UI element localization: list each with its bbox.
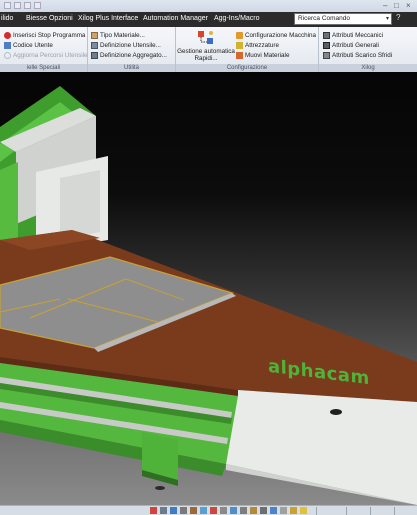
update-tool-paths-button[interactable]: Aggiorna Percorsi Utensile [4, 50, 88, 60]
view-front-icon[interactable] [160, 507, 167, 514]
tool-definition-label: Definizione Utensile... [100, 41, 161, 49]
status-field [394, 507, 417, 515]
user-code-label: Codice Utente [13, 41, 53, 49]
ribbon-group-title: Configurazione [176, 64, 318, 72]
ribbon-group-title: Utilità [88, 64, 175, 72]
refresh-icon [4, 51, 11, 59]
ribbon-group-title: ielle Speciali [0, 64, 87, 72]
machine-render [0, 86, 417, 505]
mechanical-attributes-button[interactable]: Attributi Meccanici [323, 30, 383, 40]
fixtures-button[interactable]: Attrezzature [236, 40, 279, 50]
insert-program-stop-label: Inserisci Stop Programma [13, 31, 86, 39]
zoom-icon[interactable] [200, 507, 207, 514]
material-type-button[interactable]: Tipo Materiale... [91, 30, 145, 40]
machine-config-icon [236, 31, 243, 39]
ribbon-group-configurazione: Gestione automatica Rapidi... Configuraz… [176, 27, 319, 72]
ribbon-group-title: Xilog [319, 64, 417, 72]
aggregate-definition-label: Definizione Aggregato... [100, 51, 167, 59]
move-material-label: Muovi Materiale [245, 51, 290, 59]
scrap-icon [323, 51, 330, 59]
status-field [346, 507, 370, 515]
snap-icon[interactable] [240, 507, 247, 514]
automatic-rapids-button[interactable]: Gestione automatica Rapidi... [177, 29, 235, 62]
fixtures-icon [236, 41, 243, 49]
move-material-button[interactable]: Muovi Materiale [236, 50, 289, 60]
scrap-discharge-attributes-label: Attributi Scarico Sfridi [332, 51, 393, 59]
mechanical-attributes-label: Attributi Meccanici [332, 31, 384, 39]
wire-icon[interactable] [260, 507, 267, 514]
general-attributes-icon [323, 41, 330, 49]
grid-icon[interactable] [230, 507, 237, 514]
view-iso-icon[interactable] [180, 507, 187, 514]
menu-item-agg-ins-macro[interactable]: Agg-Ins/Macro [214, 15, 260, 22]
move-material-icon [236, 51, 243, 59]
insert-program-stop-button[interactable]: Inserisci Stop Programma [4, 30, 85, 40]
layer-icon[interactable] [250, 507, 257, 514]
material-type-label: Tipo Materiale... [100, 31, 145, 39]
automatic-rapids-label-line1: Gestione automatica [177, 48, 235, 55]
menu-item-automation-manager[interactable]: Automation Manager [143, 15, 208, 22]
tool-icon [91, 41, 98, 49]
quick-access-save-icon[interactable] [24, 2, 31, 9]
chevron-down-icon[interactable]: ▾ [386, 15, 389, 22]
pan-icon[interactable] [210, 507, 217, 514]
stop-icon [4, 31, 11, 39]
mechanical-icon [323, 31, 330, 39]
status-bar [0, 505, 417, 515]
view-shaded-icon[interactable] [190, 507, 197, 514]
menu-item-xilog-plus-interface[interactable]: Xilog Plus Interface [78, 15, 138, 22]
minimize-icon[interactable]: – [383, 2, 387, 10]
general-attributes-label: Attributi Generali [332, 41, 379, 49]
ribbon: Inserisci Stop Programma Codice Utente A… [0, 27, 417, 72]
rapids-icon [196, 29, 216, 47]
tool-definition-button[interactable]: Definizione Utensile... [91, 40, 161, 50]
render-icon[interactable] [270, 507, 277, 514]
command-search-value: Ricerca Comando [298, 15, 351, 22]
fixtures-label: Attrezzature [245, 41, 279, 49]
aggregate-icon [91, 51, 98, 59]
quick-access-new-icon[interactable] [4, 2, 11, 9]
quick-access-undo-icon[interactable] [34, 2, 41, 9]
scrap-discharge-attributes-button[interactable]: Attributi Scarico Sfridi [323, 50, 392, 60]
measure-icon[interactable] [280, 507, 287, 514]
update-tool-paths-label: Aggiorna Percorsi Utensile [13, 51, 88, 59]
command-search-input[interactable]: Ricerca Comando ▾ [294, 13, 392, 25]
help-icon[interactable]: ? [396, 13, 400, 22]
menu-item-biesse-opzioni[interactable]: Biesse Opzioni [26, 15, 73, 22]
general-attributes-button[interactable]: Attributi Generali [323, 40, 379, 50]
title-bar: – □ × [0, 0, 417, 12]
user-code-button[interactable]: Codice Utente [4, 40, 53, 50]
machine-configuration-label: Configurazione Macchina [245, 31, 317, 39]
view-top-icon[interactable] [150, 507, 157, 514]
highlight-icon[interactable] [300, 507, 307, 514]
automatic-rapids-label-line2: Rapidi... [194, 55, 218, 62]
ribbon-group-xilog: Attributi Meccanici Attributi Generali A… [319, 27, 417, 72]
quick-access-open-icon[interactable] [14, 2, 21, 9]
status-field [316, 507, 346, 515]
menu-item-ilido[interactable]: ilido [1, 15, 13, 22]
3d-viewport[interactable]: alphacam [0, 72, 417, 505]
maximize-icon[interactable]: □ [394, 2, 399, 10]
ribbon-group-speciali: Inserisci Stop Programma Codice Utente A… [0, 27, 88, 72]
close-icon[interactable]: × [406, 2, 411, 10]
view-side-icon[interactable] [170, 507, 177, 514]
light-icon[interactable] [290, 507, 297, 514]
code-icon [4, 41, 11, 49]
machine-configuration-button[interactable]: Configurazione Macchina [236, 30, 316, 40]
material-icon [91, 31, 98, 39]
aggregate-definition-button[interactable]: Definizione Aggregato... [91, 50, 167, 60]
ribbon-group-utilita: Tipo Materiale... Definizione Utensile..… [88, 27, 176, 72]
rotate-icon[interactable] [220, 507, 227, 514]
status-field [370, 507, 394, 515]
